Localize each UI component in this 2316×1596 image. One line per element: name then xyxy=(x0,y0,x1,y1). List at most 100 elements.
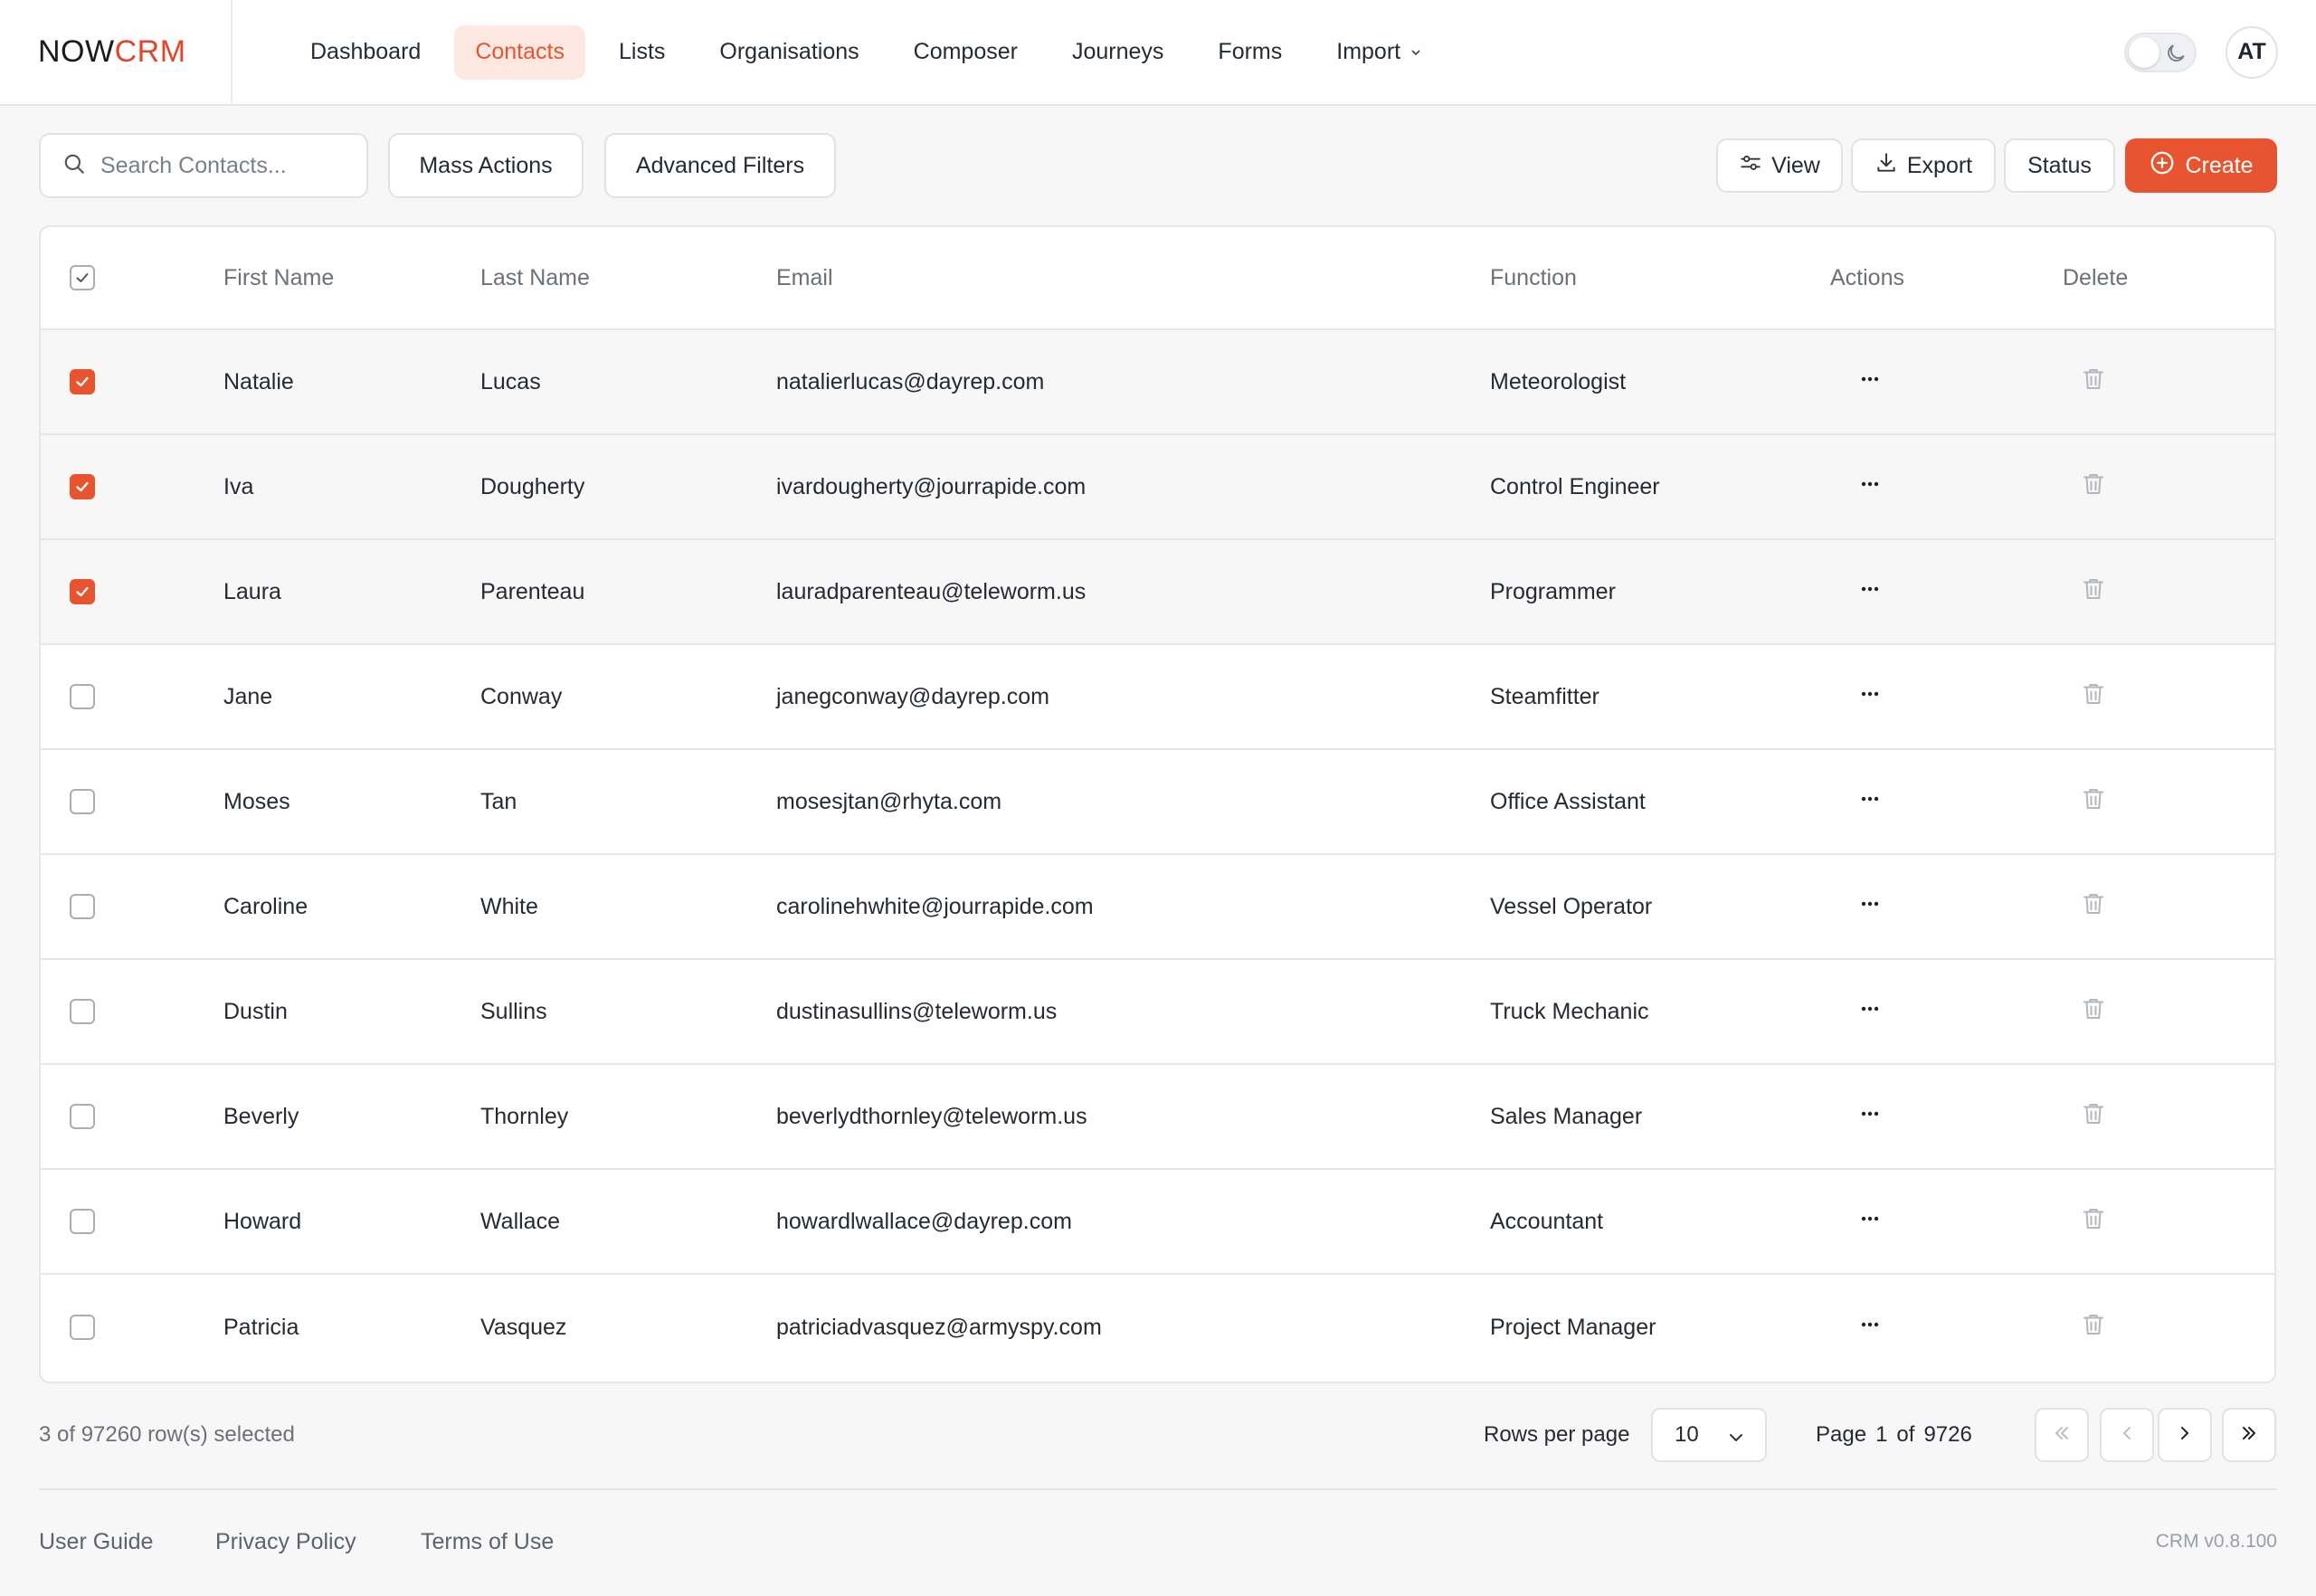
next-page-button[interactable] xyxy=(2158,1408,2212,1462)
cell-email: natalierlucas@dayrep.com xyxy=(776,368,1045,394)
advanced-filters-button[interactable]: Advanced Filters xyxy=(604,133,836,198)
main-nav: Dashboard Contacts Lists Organisations C… xyxy=(290,24,1456,80)
table-row[interactable]: Dustin Sullins dustinasullins@teleworm.us T… xyxy=(41,960,2274,1065)
row-delete-button[interactable] xyxy=(2080,435,2107,538)
moon-icon xyxy=(2164,42,2188,70)
table-row[interactable]: Natalie Lucas natalierlucas@dayrep.com Mete… xyxy=(41,330,2274,435)
search-box[interactable] xyxy=(39,133,368,198)
cell-last-name: Tan xyxy=(480,788,517,814)
row-checkbox[interactable] xyxy=(70,684,95,709)
row-actions-button[interactable] xyxy=(1857,1275,1883,1380)
row-actions-button[interactable] xyxy=(1857,645,1883,748)
row-actions-button[interactable] xyxy=(1857,540,1883,643)
more-horizontal-icon xyxy=(1857,1312,1883,1344)
cell-last-name: White xyxy=(480,893,538,919)
table-row[interactable]: Jane Conway janegconway@dayrep.com Steamfit… xyxy=(41,645,2274,750)
user-avatar[interactable]: AT xyxy=(2226,25,2278,79)
row-delete-button[interactable] xyxy=(2080,1170,2107,1273)
plus-circle-icon xyxy=(2149,149,2185,183)
cell-email: dustinasullins@teleworm.us xyxy=(776,998,1058,1024)
row-select-cell xyxy=(70,645,95,748)
footer-divider xyxy=(39,1488,2277,1490)
row-checkbox[interactable] xyxy=(70,999,95,1024)
row-delete-button[interactable] xyxy=(2080,1275,2107,1380)
nav-contacts[interactable]: Contacts xyxy=(454,24,585,80)
first-page-button[interactable] xyxy=(2035,1408,2089,1462)
more-horizontal-icon xyxy=(1857,786,1883,818)
row-checkbox[interactable] xyxy=(70,579,95,604)
table-row[interactable]: Patricia Vasquez patriciadvasquez@armyspy.… xyxy=(41,1275,2274,1380)
row-delete-button[interactable] xyxy=(2080,540,2107,643)
row-actions-button[interactable] xyxy=(1857,1065,1883,1168)
privacy-policy-link[interactable]: Privacy Policy xyxy=(215,1520,356,1563)
app-logo[interactable]: NOW CRM xyxy=(0,0,233,105)
row-delete-button[interactable] xyxy=(2080,750,2107,853)
app-version: CRM v0.8.100 xyxy=(2155,1531,2277,1552)
row-checkbox[interactable] xyxy=(70,474,95,499)
cell-function: Control Engineer xyxy=(1490,473,1660,499)
cell-function: Programmer xyxy=(1490,578,1616,604)
cell-function: Project Manager xyxy=(1490,1314,1656,1340)
column-header-last-name[interactable]: Last Name xyxy=(480,227,590,328)
row-actions-button[interactable] xyxy=(1857,1170,1883,1273)
theme-toggle[interactable] xyxy=(2124,32,2197,72)
table-row[interactable]: Moses Tan mosesjtan@rhyta.com Office Assist… xyxy=(41,750,2274,855)
cell-email: carolinehwhite@jourrapide.com xyxy=(776,893,1094,919)
table-row[interactable]: Laura Parenteau lauradparenteau@teleworm.u… xyxy=(41,540,2274,645)
trash-icon xyxy=(2080,1100,2107,1134)
row-checkbox[interactable] xyxy=(70,369,95,394)
previous-page-button[interactable] xyxy=(2100,1408,2154,1462)
table-row[interactable]: Caroline White carolinehwhite@jourrapide.c… xyxy=(41,855,2274,960)
row-actions-button[interactable] xyxy=(1857,750,1883,853)
nav-forms[interactable]: Forms xyxy=(1197,25,1303,80)
mass-actions-button[interactable]: Mass Actions xyxy=(388,133,584,198)
column-header-function[interactable]: Function xyxy=(1490,227,1577,328)
row-delete-button[interactable] xyxy=(2080,960,2107,1063)
row-checkbox[interactable] xyxy=(70,1209,95,1234)
table-row[interactable]: Howard Wallace howardlwallace@dayrep.com Ac… xyxy=(41,1170,2274,1275)
cell-last-name: Parenteau xyxy=(480,578,585,604)
export-button[interactable]: Export xyxy=(1851,138,1996,193)
user-guide-link[interactable]: User Guide xyxy=(39,1520,153,1563)
nav-journeys[interactable]: Journeys xyxy=(1051,25,1184,80)
header-right: AT xyxy=(2124,25,2278,79)
more-horizontal-icon xyxy=(1857,1101,1883,1133)
rows-per-page-select[interactable]: 10 xyxy=(1651,1408,1767,1462)
nav-composer[interactable]: Composer xyxy=(893,25,1039,80)
row-delete-button[interactable] xyxy=(2080,1065,2107,1168)
more-horizontal-icon xyxy=(1857,366,1883,398)
more-horizontal-icon xyxy=(1857,471,1883,503)
row-checkbox[interactable] xyxy=(70,1104,95,1129)
row-actions-button[interactable] xyxy=(1857,960,1883,1063)
row-checkbox[interactable] xyxy=(70,1315,95,1340)
column-header-first-name[interactable]: First Name xyxy=(223,227,334,328)
table-row[interactable]: Iva Dougherty ivardougherty@jourrapide.com… xyxy=(41,435,2274,540)
select-all-checkbox[interactable] xyxy=(70,265,95,290)
row-delete-button[interactable] xyxy=(2080,855,2107,958)
status-button[interactable]: Status xyxy=(2004,138,2115,193)
column-header-email[interactable]: Email xyxy=(776,227,833,328)
row-delete-button[interactable] xyxy=(2080,330,2107,433)
nav-organisations[interactable]: Organisations xyxy=(698,25,879,80)
row-actions-button[interactable] xyxy=(1857,330,1883,433)
view-button[interactable]: View xyxy=(1716,138,1843,193)
nav-dashboard[interactable]: Dashboard xyxy=(290,25,441,80)
row-actions-button[interactable] xyxy=(1857,435,1883,538)
page-footer: User Guide Privacy Policy Terms of Use C… xyxy=(39,1520,2277,1563)
row-delete-button[interactable] xyxy=(2080,645,2107,748)
create-button[interactable]: Create xyxy=(2125,138,2277,193)
nav-import[interactable]: Import xyxy=(1315,25,1443,80)
row-select-cell xyxy=(70,960,95,1063)
nav-lists[interactable]: Lists xyxy=(598,25,686,80)
row-actions-button[interactable] xyxy=(1857,855,1883,958)
cell-last-name: Conway xyxy=(480,683,563,709)
row-checkbox[interactable] xyxy=(70,789,95,814)
search-input[interactable] xyxy=(100,152,354,179)
cell-email: beverlydthornley@teleworm.us xyxy=(776,1103,1087,1129)
row-select-cell xyxy=(70,540,95,643)
terms-of-use-link[interactable]: Terms of Use xyxy=(421,1520,554,1563)
cell-email: patriciadvasquez@armyspy.com xyxy=(776,1314,1102,1340)
table-row[interactable]: Beverly Thornley beverlydthornley@teleworm… xyxy=(41,1065,2274,1170)
row-checkbox[interactable] xyxy=(70,894,95,919)
last-page-button[interactable] xyxy=(2222,1408,2276,1462)
